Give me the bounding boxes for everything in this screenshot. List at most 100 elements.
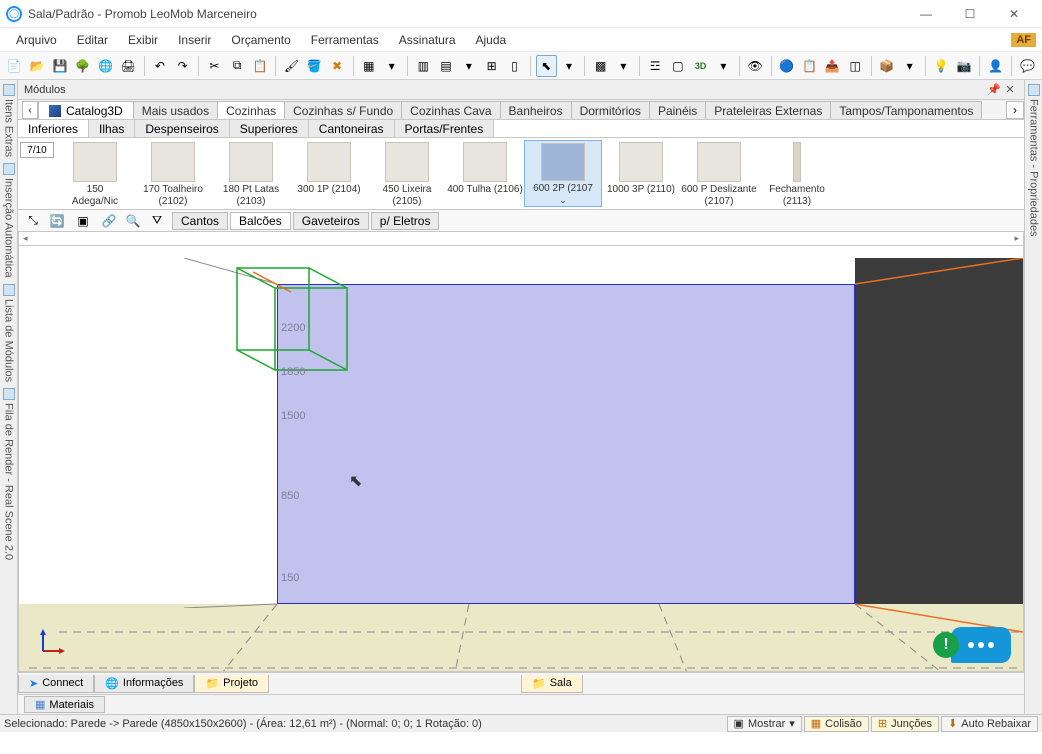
tab-informacoes[interactable]: 🌐Informações (94, 675, 194, 693)
subtab-superiores[interactable]: Superiores (230, 120, 309, 137)
tab-cozinhas-cava[interactable]: Cozinhas Cava (402, 101, 500, 119)
chat-icon[interactable]: 💬 (1017, 55, 1038, 77)
row2-cantos[interactable]: Cantos (172, 212, 228, 230)
gallery-item[interactable]: 170 Toalheiro(2102) (134, 140, 212, 207)
pin-icon[interactable]: 📌 (986, 83, 1002, 96)
panel-close-icon[interactable]: ✕ (1002, 83, 1018, 96)
gallery-item[interactable]: Fechamento(2113) (758, 140, 836, 207)
gallery-item[interactable]: 450 Lixeira(2105) (368, 140, 446, 207)
chevron-down-icon[interactable]: ⌄ (559, 195, 567, 206)
undo-icon[interactable]: ↶ (150, 55, 171, 77)
layers-icon[interactable]: ☲ (645, 55, 666, 77)
paste-icon[interactable]: 📋 (250, 55, 271, 77)
side-insercao[interactable]: Inserção Automática (3, 163, 15, 278)
grid-icon[interactable]: ▦ (358, 55, 379, 77)
close-button[interactable]: ✕ (992, 0, 1036, 28)
subtab-inferiores[interactable]: Inferiores (18, 120, 89, 137)
filter-icon[interactable]: ⛛ (146, 210, 168, 232)
tree-icon[interactable]: 🌳 (72, 55, 93, 77)
row2-gaveteiros[interactable]: Gaveteiros (293, 212, 369, 230)
menu-orcamento[interactable]: Orçamento (221, 31, 300, 49)
tab-mais-usados[interactable]: Mais usados (134, 101, 218, 119)
drop1-icon[interactable]: ▾ (381, 55, 402, 77)
viewport-scrollbar[interactable]: ◂▸ (19, 232, 1023, 246)
tab-paineis[interactable]: Painéis (650, 101, 706, 119)
search-icon[interactable]: 🔍 (122, 210, 144, 232)
tab-cozinhas[interactable]: Cozinhas (218, 101, 285, 119)
tab-banheiros[interactable]: Banheiros (501, 101, 572, 119)
gallery-item-selected[interactable]: 600 2P (2107⌄ (524, 140, 602, 207)
drop4-icon[interactable]: ▾ (613, 55, 634, 77)
wall-icon[interactable]: ▤ (436, 55, 457, 77)
drop2-icon[interactable]: ▾ (458, 55, 479, 77)
tab-projeto[interactable]: 📁Projeto (194, 675, 269, 693)
status-auto-rebaixar[interactable]: ⬇Auto Rebaixar (941, 716, 1038, 732)
user-icon[interactable]: 👤 (985, 55, 1006, 77)
menu-exibir[interactable]: Exibir (118, 31, 168, 49)
tab-connect[interactable]: ➤Connect (18, 675, 94, 693)
copy-icon[interactable]: ⧉ (227, 55, 248, 77)
tab-tampos[interactable]: Tampos/Tamponamentos (831, 101, 982, 119)
drop3-icon[interactable]: ▾ (559, 55, 580, 77)
pointer-icon[interactable]: ⬉ (536, 55, 557, 77)
side-lista-modulos[interactable]: Lista de Módulos (3, 284, 15, 382)
tab-sala[interactable]: 📁Sala (521, 675, 583, 693)
row2-eletros[interactable]: p/ Eletros (371, 212, 440, 230)
gallery-item[interactable]: 400 Tulha (2106) (446, 140, 524, 207)
subtab-portas[interactable]: Portas/Frentes (395, 120, 495, 137)
gallery-item[interactable]: 300 1P (2104) (290, 140, 368, 207)
subtab-cantoneiras[interactable]: Cantoneiras (309, 120, 395, 137)
gallery-item[interactable]: 180 Pt Latas(2103) (212, 140, 290, 207)
redo-icon[interactable]: ↷ (172, 55, 193, 77)
window-icon[interactable]: ◫ (845, 55, 866, 77)
side-itens-extras[interactable]: Itens Extras (3, 84, 15, 157)
tab-next-icon[interactable]: › (1006, 101, 1024, 119)
subtab-despenseiros[interactable]: Despenseiros (135, 120, 229, 137)
side-fila-render[interactable]: Fila de Render - Real Scene 2.0 (3, 388, 15, 560)
new-icon[interactable]: 📄 (4, 55, 25, 77)
dims-icon[interactable]: ⊞ (481, 55, 502, 77)
tab-prateleiras[interactable]: Prateleiras Externas (706, 101, 831, 119)
pattern-icon[interactable]: ▩ (590, 55, 611, 77)
tab-materiais[interactable]: ▦Materiais (24, 696, 105, 713)
menu-editar[interactable]: Editar (67, 31, 118, 49)
row2-balcoes[interactable]: Balcões (230, 212, 291, 230)
status-juncoes[interactable]: ⊞Junções (871, 716, 939, 732)
refresh-icon[interactable]: 🔄 (46, 210, 68, 232)
layout-icon[interactable]: ▥ (413, 55, 434, 77)
camera-icon[interactable]: 📷 (954, 55, 975, 77)
cross-icon[interactable]: ✖ (327, 55, 348, 77)
menu-arquivo[interactable]: Arquivo (6, 31, 67, 49)
eye-icon[interactable]: 👁 (745, 55, 766, 77)
menu-ajuda[interactable]: Ajuda (466, 31, 517, 49)
cut-icon[interactable]: ✂ (204, 55, 225, 77)
globe-icon[interactable]: 🌐 (95, 55, 116, 77)
tab-prev-icon[interactable]: ‹ (22, 101, 38, 119)
export-icon[interactable]: 📤 (822, 55, 843, 77)
gallery-item[interactable]: 600 P Deslizante(2107) (680, 140, 758, 207)
3d-icon[interactable]: 3D (690, 55, 711, 77)
door-icon[interactable]: ▯ (504, 55, 525, 77)
gallery-item[interactable]: 1000 3P (2110) (602, 140, 680, 207)
link-icon[interactable]: 🔗 (98, 210, 120, 232)
drop6-icon[interactable]: ▾ (899, 55, 920, 77)
menu-inserir[interactable]: Inserir (168, 31, 221, 49)
tab-cozinhas-sf[interactable]: Cozinhas s/ Fundo (285, 101, 402, 119)
save-icon[interactable]: 💾 (50, 55, 71, 77)
3d-viewport[interactable]: ◂▸ (18, 232, 1024, 672)
expand-icon[interactable]: ⤡ (22, 210, 44, 232)
box-icon[interactable]: ▢ (668, 55, 689, 77)
list-icon[interactable]: 📋 (799, 55, 820, 77)
side-ferramentas[interactable]: Ferramentas - Propriedades (1028, 84, 1040, 237)
maximize-button[interactable]: ☐ (948, 0, 992, 28)
catalog3d-tab[interactable]: Catalog3D (38, 101, 134, 119)
cube2-icon[interactable]: ▣ (72, 210, 94, 232)
menu-ferramentas[interactable]: Ferramentas (301, 31, 389, 49)
package-icon[interactable]: 📦 (876, 55, 897, 77)
status-mostrar[interactable]: ▣Mostrar▾ (727, 716, 802, 732)
paint-icon[interactable]: 🪣 (304, 55, 325, 77)
chat-widget[interactable]: ! (933, 627, 1011, 663)
tab-dormitorios[interactable]: Dormitórios (572, 101, 650, 119)
bulb-icon[interactable]: 💡 (931, 55, 952, 77)
open-icon[interactable]: 📂 (27, 55, 48, 77)
